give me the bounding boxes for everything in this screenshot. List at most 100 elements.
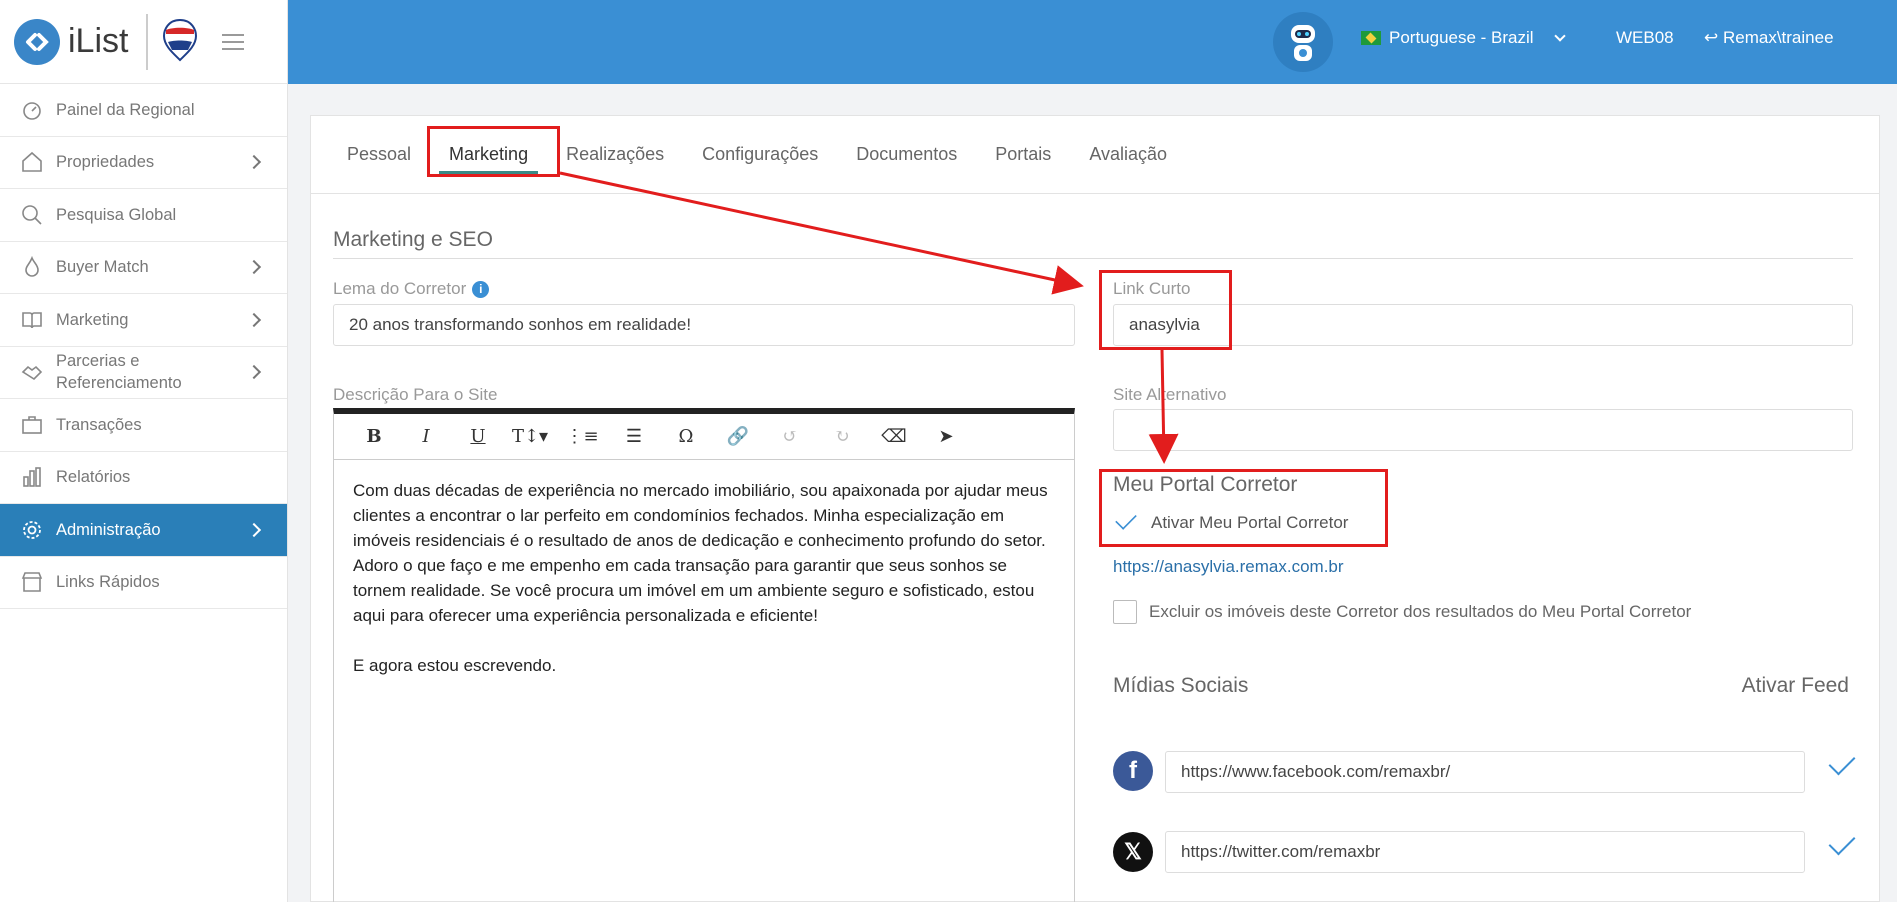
dashboard-icon xyxy=(23,101,41,120)
ordered-list-button[interactable]: ⋮≡ xyxy=(556,426,608,447)
chevron-right-icon xyxy=(246,312,262,327)
search-icon xyxy=(22,204,42,225)
top-bar: Portuguese - Brazil WEB08 ↩ Remax\traine… xyxy=(288,0,1897,84)
facebook-feed-check-icon[interactable] xyxy=(1828,748,1856,776)
underline-button[interactable]: U xyxy=(452,426,504,447)
sidebar-item-label: Administração xyxy=(56,520,161,539)
sidebar-item-transacoes[interactable]: Transações xyxy=(0,399,287,452)
excluir-imoveis-row: Excluir os imóveis deste Corretor dos re… xyxy=(1113,600,1691,624)
chevron-right-icon xyxy=(246,155,262,170)
special-char-button[interactable]: Ω xyxy=(660,426,712,447)
user-name: Remax\trainee xyxy=(1722,28,1834,47)
user-menu[interactable]: ↩ Remax\trainee xyxy=(1704,28,1834,48)
bar-chart-icon xyxy=(23,467,41,488)
sidebar-item-administracao[interactable]: Administração xyxy=(0,504,287,557)
lema-label: Lema do Corretor i xyxy=(333,279,490,299)
excluir-imoveis-label: Excluir os imóveis deste Corretor dos re… xyxy=(1149,602,1692,621)
remax-balloon-logo xyxy=(162,18,198,66)
sidebar-item-propriedades[interactable]: Propriedades xyxy=(0,137,287,189)
twitter-feed-check-icon[interactable] xyxy=(1828,828,1856,856)
app-logo-text: iList xyxy=(68,22,129,60)
lema-input[interactable]: 20 anos transformando sonhos em realidad… xyxy=(333,304,1075,346)
sidebar-item-label: Marketing xyxy=(56,310,129,329)
sidebar-item-buyer-match[interactable]: Buyer Match xyxy=(0,242,287,294)
tab-pessoal[interactable]: Pessoal xyxy=(347,144,411,165)
briefcase-icon xyxy=(22,415,42,434)
annotation-box-marketing-tab xyxy=(427,126,560,177)
social-title: Mídias Sociais xyxy=(1113,674,1249,697)
lema-label-text: Lema do Corretor xyxy=(333,279,467,298)
italic-button[interactable]: I xyxy=(400,426,452,447)
tab-portais[interactable]: Portais xyxy=(995,144,1051,165)
redo-button[interactable]: ↻ xyxy=(816,426,868,447)
chevron-right-icon xyxy=(246,522,262,537)
tab-realizacoes[interactable]: Realizações xyxy=(566,144,664,165)
language-label: Portuguese - Brazil xyxy=(1389,28,1534,47)
sidebar-item-label: Painel da Regional xyxy=(56,100,195,119)
sidebar-item-painel-regional[interactable]: Painel da Regional xyxy=(0,84,287,137)
feed-title: Ativar Feed xyxy=(1741,674,1849,697)
font-size-button[interactable]: T↕▾ xyxy=(504,426,556,447)
eraser-button[interactable]: ⌫ xyxy=(868,426,920,447)
facebook-icon: f xyxy=(1113,751,1153,791)
chevron-down-icon xyxy=(1553,30,1566,42)
sidebar-item-label: Buyer Match xyxy=(56,258,149,277)
home-icon xyxy=(22,152,42,173)
sidebar-item-parcerias[interactable]: Parcerias e Referenciamento xyxy=(0,347,287,399)
site-alternativo-label: Site Alternativo xyxy=(1113,385,1227,404)
logo-bar: iList xyxy=(0,0,287,84)
sidebar-item-label: Parcerias e Referenciamento xyxy=(56,352,182,393)
editor-content[interactable]: Com duas décadas de experiência no merca… xyxy=(334,460,1074,721)
sidebar-item-pesquisa-global[interactable]: Pesquisa Global xyxy=(0,189,287,242)
store-icon xyxy=(21,572,43,593)
logo-divider xyxy=(146,13,149,70)
menu-toggle-icon[interactable] xyxy=(222,29,245,55)
rich-text-editor: B I U T↕▾ ⋮≡ ☰ Ω 🔗 ↺ ↻ ⌫ ➤ Com duas déca… xyxy=(333,408,1075,902)
portal-url-link[interactable]: https://anasylvia.remax.com.br xyxy=(1113,557,1344,577)
bold-button[interactable]: B xyxy=(348,426,400,447)
undo-button[interactable]: ↺ xyxy=(764,426,816,447)
section-title: Marketing e SEO xyxy=(333,228,493,251)
main-card: Pessoal Marketing Realizações Configuraç… xyxy=(310,115,1880,902)
tab-avaliacao[interactable]: Avaliação xyxy=(1089,144,1167,165)
tab-configuracoes[interactable]: Configurações xyxy=(702,144,818,165)
site-alternativo-input[interactable] xyxy=(1113,409,1853,451)
descricao-label: Descrição Para o Site xyxy=(333,385,498,404)
chevron-right-icon xyxy=(246,260,262,275)
sidebar-item-marketing[interactable]: Marketing xyxy=(0,294,287,347)
excluir-imoveis-checkbox[interactable] xyxy=(1113,600,1137,624)
annotation-box-link-curto xyxy=(1099,270,1232,350)
description-paragraph: Com duas décadas de experiência no merca… xyxy=(353,481,1048,625)
assistant-robot-icon[interactable] xyxy=(1273,12,1333,72)
book-icon xyxy=(22,311,42,328)
chevron-right-icon xyxy=(246,365,262,380)
gear-icon xyxy=(23,520,41,539)
sidebar-item-label: Pesquisa Global xyxy=(56,205,177,224)
language-selector[interactable]: Portuguese - Brazil xyxy=(1361,28,1566,48)
annotation-box-meu-portal xyxy=(1099,469,1388,547)
facebook-url-input[interactable]: https://www.facebook.com/remaxbr/ xyxy=(1165,751,1805,793)
sidebar-item-label: Relatórios xyxy=(56,468,131,487)
sidebar-item-label: Transações xyxy=(56,415,142,434)
editor-toolbar: B I U T↕▾ ⋮≡ ☰ Ω 🔗 ↺ ↻ ⌫ ➤ xyxy=(334,414,1074,460)
pointer-button[interactable]: ➤ xyxy=(920,426,972,447)
return-arrow-icon: ↩ xyxy=(1704,28,1723,47)
office-code[interactable]: WEB08 xyxy=(1616,28,1674,48)
brazil-flag-icon xyxy=(1361,31,1381,45)
sidebar-item-relatorios[interactable]: Relatórios xyxy=(0,452,287,504)
sidebar: iList Painel da Regional Propriedades Pe… xyxy=(0,0,288,902)
ilist-logo-icon xyxy=(14,18,60,65)
link-button[interactable]: 🔗 xyxy=(712,426,764,447)
sidebar-item-label: Links Rápidos xyxy=(56,573,160,592)
section-divider xyxy=(333,258,1853,259)
handshake-icon xyxy=(21,366,43,381)
tab-documentos[interactable]: Documentos xyxy=(856,144,957,165)
bullet-list-button[interactable]: ☰ xyxy=(608,426,660,447)
sidebar-item-label: Propriedades xyxy=(56,153,155,172)
flame-icon xyxy=(25,256,39,278)
x-twitter-icon: 𝕏 xyxy=(1113,832,1153,872)
sidebar-item-links-rapidos[interactable]: Links Rápidos xyxy=(0,557,287,609)
description-paragraph: E agora estou escrevendo. xyxy=(353,656,557,675)
info-icon[interactable]: i xyxy=(472,280,490,298)
twitter-url-input[interactable]: https://twitter.com/remaxbr xyxy=(1165,831,1805,873)
